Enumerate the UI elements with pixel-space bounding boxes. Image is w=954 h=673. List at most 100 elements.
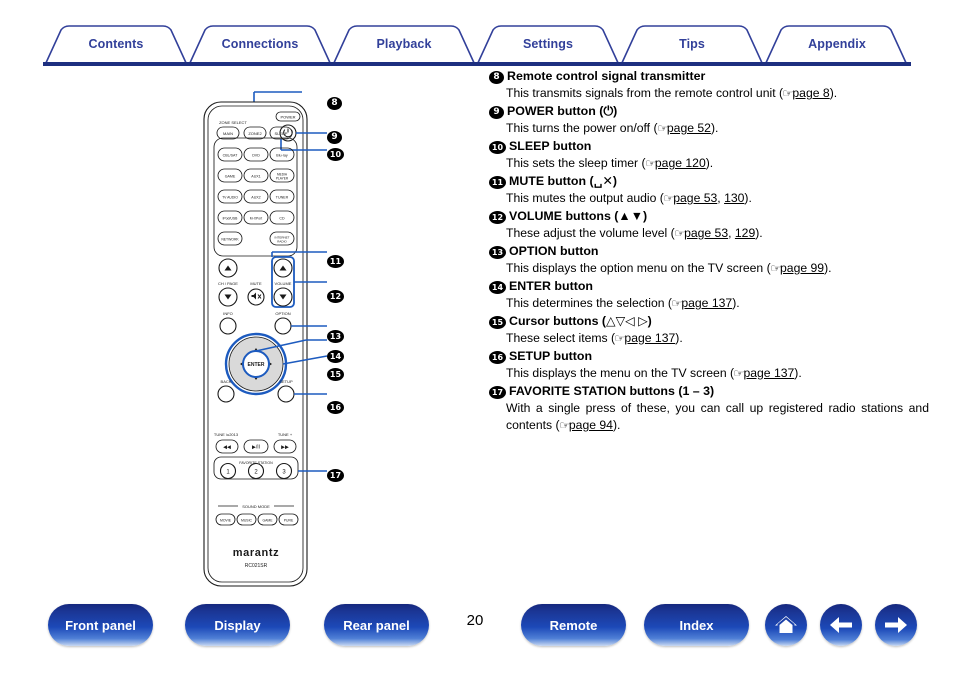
tab-connections[interactable]: Connections [187, 24, 333, 64]
svg-text:INFO: INFO [223, 311, 233, 316]
entry-10-title: SLEEP button [509, 139, 592, 153]
page-ref-14[interactable]: ☞page 137 [671, 296, 732, 310]
back-arrow-button[interactable] [820, 604, 862, 646]
callout-badge-13: 13 [327, 326, 347, 344]
svg-text:CBL/SAT: CBL/SAT [223, 154, 239, 158]
nav-display[interactable]: Display [185, 604, 290, 646]
callout-line-15 [282, 355, 328, 365]
nav-remote[interactable]: Remote [521, 604, 626, 646]
entry-12-heading: 12 VOLUME buttons (▲▼) [489, 208, 929, 225]
page-ref-16[interactable]: ☞page 137 [733, 366, 794, 380]
entry-17: 17 FAVORITE STATION buttons (1 – 3) With… [489, 383, 929, 434]
entry-14-body-text: This determines the selection ( [506, 296, 672, 310]
entry-10-body-text: This sets the sleep timer ( [506, 156, 646, 170]
entry-15-heading: 15 Cursor buttons (△▽◁ ▷) [489, 313, 929, 330]
header-rule [43, 62, 911, 66]
page-link[interactable]: page 137 [681, 296, 732, 310]
tab-settings[interactable]: Settings [475, 24, 621, 64]
entry-12-body: These adjust the volume level (☞page 53,… [506, 226, 763, 240]
page-link[interactable]: page 52 [667, 121, 711, 135]
svg-text:CH / PAGE: CH / PAGE [218, 281, 238, 286]
entry-8-body-text: This transmits signals from the remote c… [506, 86, 784, 100]
entry-10-body: This sets the sleep timer (☞page 120). [489, 155, 929, 172]
svg-text:3: 3 [282, 470, 286, 476]
page-link[interactable]: page 120 [655, 156, 706, 170]
callout-badge-12: 12 [327, 286, 347, 304]
page-ref-13[interactable]: ☞page 99 [770, 261, 824, 275]
entry-16-number: 16 [489, 350, 506, 364]
forward-arrow-icon [885, 617, 907, 633]
hand-pointer-icon: ☞ [656, 122, 668, 135]
back-arrow-icon [830, 617, 852, 633]
page-ref-15[interactable]: ☞page 137 [614, 331, 675, 345]
page-link[interactable]: page 137 [624, 331, 675, 345]
tab-tips[interactable]: Tips [619, 24, 765, 64]
entry-9: 9 POWER button (⏻) This turns the power … [489, 103, 929, 137]
entry-8-body: This transmits signals from the remote c… [489, 85, 929, 102]
tab-contents[interactable]: Contents [43, 24, 189, 64]
page-link[interactable]: page 53 [673, 191, 717, 205]
entry-14-number: 14 [489, 280, 506, 294]
page-link-secondary[interactable]: 129 [735, 226, 755, 240]
svg-text:RADIO: RADIO [277, 239, 287, 243]
entry-9-body-tail: ). [710, 121, 719, 135]
page-ref-8[interactable]: ☞page 8 [782, 86, 829, 100]
svg-text:PURE: PURE [284, 519, 294, 523]
page-link-secondary[interactable]: 130 [724, 191, 744, 205]
entry-12-title: VOLUME buttons (▲▼) [509, 209, 648, 223]
bottom-nav-bar: Front panel Display Rear panel 20 Remote… [0, 604, 954, 652]
svg-text:VOLUME: VOLUME [275, 281, 292, 286]
home-icon [775, 616, 797, 633]
page-link[interactable]: page 8 [792, 86, 829, 100]
svg-text:SOUND MODE: SOUND MODE [242, 504, 270, 509]
hand-pointer-icon: ☞ [733, 367, 745, 380]
description-list: 8 Remote control signal transmitter This… [489, 68, 929, 435]
svg-text:DVD: DVD [252, 154, 260, 158]
page-ref-11[interactable]: ☞page 53 [663, 191, 717, 205]
tab-appendix[interactable]: Appendix [763, 24, 911, 64]
entry-16-body: This displays the menu on the TV screen … [489, 365, 929, 382]
page-ref-9[interactable]: ☞page 52 [656, 121, 711, 135]
page-ref-17[interactable]: ☞page 94 [559, 418, 613, 432]
entry-13-body-tail: ). [824, 261, 832, 275]
entry-17-heading: 17 FAVORITE STATION buttons (1 – 3) [489, 383, 929, 400]
entry-10: 10 SLEEP button This sets the sleep time… [489, 138, 929, 172]
svg-text:M-XPort: M-XPort [250, 217, 262, 221]
entry-11-title: MUTE button (␣✕) [509, 174, 618, 188]
nav-index[interactable]: Index [644, 604, 749, 646]
page-number: 20 [466, 612, 484, 629]
svg-text:MAIN: MAIN [223, 131, 233, 136]
hand-pointer-icon: ☞ [782, 87, 794, 100]
home-icon-button[interactable] [765, 604, 807, 646]
entry-11-number: 11 [489, 175, 506, 189]
callout-badge-17: 17 [327, 465, 347, 483]
entry-13-body-text: This displays the option menu on the TV … [506, 261, 771, 275]
svg-text:2: 2 [254, 470, 258, 476]
forward-arrow-button[interactable] [875, 604, 917, 646]
svg-text:ZONE2: ZONE2 [248, 131, 262, 136]
hand-pointer-icon: ☞ [673, 227, 685, 240]
hand-pointer-icon: ☞ [663, 192, 674, 205]
nav-rear-panel[interactable]: Rear panel [324, 604, 429, 646]
entry-16-body-tail: ). [794, 366, 802, 380]
page-link[interactable]: page 53 [684, 226, 728, 240]
entry-9-heading: 9 POWER button (⏻) [489, 103, 929, 120]
callout-badge-15: 15 [327, 364, 347, 382]
page-link[interactable]: page 137 [743, 366, 794, 380]
page-link[interactable]: page 94 [569, 418, 613, 432]
entry-17-body-tail: ). [612, 418, 621, 432]
entry-11-body: This mutes the output audio (☞page 53, 1… [506, 191, 752, 205]
page-ref-12[interactable]: ☞page 53 [673, 226, 728, 240]
entry-13-heading: 13 OPTION button [489, 243, 929, 260]
nav-front-panel[interactable]: Front panel [48, 604, 153, 646]
entry-15-body: These select items (☞page 137). [489, 330, 929, 347]
page-ref-10[interactable]: ☞page 120 [645, 156, 706, 170]
entry-15-body-tail: ). [675, 331, 683, 345]
svg-text:iPod/USB: iPod/USB [223, 217, 238, 221]
page-link[interactable]: page 99 [780, 261, 824, 275]
entry-15-title: Cursor buttons (△▽◁ ▷) [509, 314, 652, 328]
entry-15: 15 Cursor buttons (△▽◁ ▷) These select i… [489, 313, 929, 347]
entry-13-body: This displays the option menu on the TV … [489, 260, 929, 277]
svg-text:MUTE: MUTE [250, 281, 262, 286]
entry-8-title: Remote control signal transmitter [507, 69, 706, 83]
